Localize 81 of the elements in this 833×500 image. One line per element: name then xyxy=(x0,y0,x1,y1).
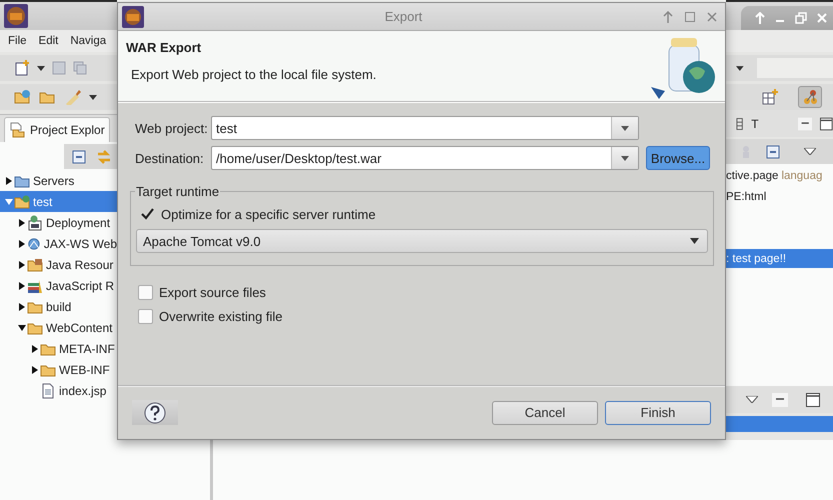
caret-icon xyxy=(621,126,629,130)
tree-item[interactable]: JAX-WS Web xyxy=(0,233,117,254)
checkbox[interactable] xyxy=(138,308,153,324)
menu-item[interactable]: Edit xyxy=(38,35,58,47)
runtime-dropdown[interactable]: Apache Tomcat v9.0 xyxy=(136,229,708,253)
dropdown-button[interactable] xyxy=(611,117,638,139)
checkbox-label: Optimize for a specific server runtime xyxy=(161,206,376,222)
tree-item[interactable]: index.jsp xyxy=(0,380,117,401)
brush-icon[interactable] xyxy=(64,89,82,105)
checkbox[interactable] xyxy=(138,284,153,300)
menu-item[interactable]: File xyxy=(8,35,27,47)
globe-icon xyxy=(27,236,41,252)
tree-item[interactable]: WebContent xyxy=(0,317,117,338)
help-button[interactable] xyxy=(132,400,178,425)
close-icon[interactable] xyxy=(707,12,717,22)
dialog-description: Export Web project to the local file system. xyxy=(130,67,378,82)
minimize-icon[interactable] xyxy=(772,392,788,406)
group-title: Target runtime xyxy=(135,184,220,199)
tree-item[interactable]: JavaScript R xyxy=(0,275,117,296)
maximize-icon[interactable] xyxy=(806,392,820,406)
collapse-all-icon[interactable] xyxy=(72,150,86,164)
dialog-title: Export xyxy=(384,9,424,24)
collapsed-arrow-icon[interactable] xyxy=(31,366,39,374)
minimize-icon[interactable] xyxy=(798,116,812,130)
perspective-icon xyxy=(802,89,818,105)
collapsed-arrow-icon[interactable] xyxy=(18,260,26,268)
combo-field[interactable]: test xyxy=(211,116,639,140)
code-line: ctive.page languag xyxy=(726,168,824,184)
expanded-arrow-icon[interactable] xyxy=(18,324,26,332)
collapsed-arrow-icon[interactable] xyxy=(18,240,26,248)
list-icon xyxy=(736,116,744,130)
browse-button[interactable]: Browse... xyxy=(646,146,710,170)
field-label: Destination: xyxy=(135,150,205,166)
new-file-icon[interactable] xyxy=(14,60,30,76)
caret-icon[interactable] xyxy=(89,94,97,100)
package-folder-icon xyxy=(27,256,43,272)
app-icon xyxy=(122,6,144,28)
caret-icon xyxy=(621,156,629,160)
file-icon xyxy=(40,382,56,398)
caret-icon[interactable] xyxy=(746,396,758,403)
descriptor-icon xyxy=(27,214,43,230)
finish-button[interactable]: Finish xyxy=(605,400,711,424)
checkbox-label: Export source files xyxy=(159,284,266,300)
checkbox-label: Overwrite existing file xyxy=(159,308,283,324)
open-perspective-icon[interactable] xyxy=(762,89,778,105)
collapse-all-icon[interactable] xyxy=(766,144,780,158)
tree-item[interactable]: test xyxy=(0,191,117,212)
collapsed-arrow-icon[interactable] xyxy=(18,282,26,290)
project-icon xyxy=(14,194,30,210)
collapsed-arrow-icon[interactable] xyxy=(31,344,39,352)
collapsed-arrow-icon[interactable] xyxy=(18,218,26,226)
up-arrow-icon[interactable] xyxy=(663,10,673,22)
app-icon xyxy=(4,4,28,28)
collapsed-arrow-icon[interactable] xyxy=(5,176,13,184)
perspective-button[interactable] xyxy=(798,86,822,108)
tree-item[interactable]: Deployment xyxy=(0,212,117,233)
checkmark-icon xyxy=(141,208,154,220)
maximize-icon[interactable] xyxy=(820,116,833,130)
tree-item[interactable]: Servers xyxy=(0,170,117,191)
tree-item[interactable]: META-INF xyxy=(0,338,117,359)
combo-field[interactable]: /home/user/Desktop/test.war xyxy=(211,146,639,170)
caret-icon xyxy=(690,238,699,244)
menu-item[interactable]: Naviga xyxy=(70,35,106,47)
field-label: Web project: xyxy=(135,120,209,136)
dropdown-button[interactable] xyxy=(611,147,638,169)
help-icon xyxy=(144,402,166,424)
checkbox[interactable] xyxy=(140,206,155,222)
caret-icon[interactable] xyxy=(736,66,744,70)
open-project-icon[interactable] xyxy=(14,89,32,105)
cancel-button[interactable]: Cancel xyxy=(492,400,598,424)
tree-item[interactable]: WEB-INF xyxy=(0,359,117,380)
dialog-heading: WAR Export xyxy=(126,40,202,55)
tree-item[interactable]: Java Resour xyxy=(0,254,117,275)
caret-icon[interactable] xyxy=(804,148,816,155)
tree-item[interactable]: build xyxy=(0,296,117,317)
view-tab-title[interactable]: T xyxy=(751,116,759,130)
caret-icon[interactable] xyxy=(37,66,45,70)
collapsed-arrow-icon[interactable] xyxy=(18,302,26,310)
code-line: PE:html xyxy=(726,190,768,204)
explorer-tab[interactable]: Project Explor xyxy=(4,117,110,142)
explorer-icon xyxy=(9,122,25,138)
